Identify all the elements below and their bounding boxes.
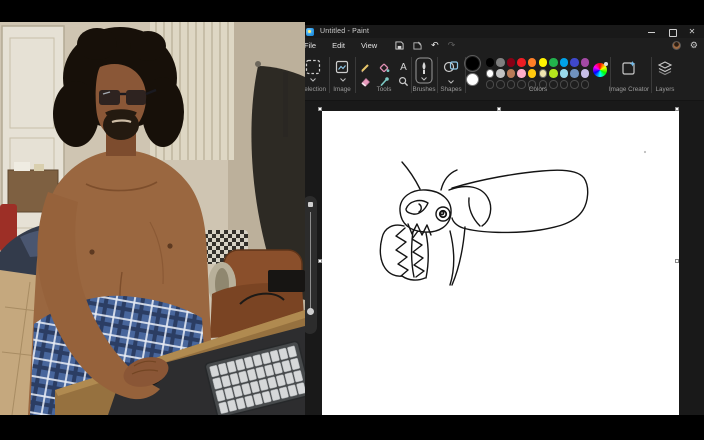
window-title: Untitled - Paint <box>320 28 369 35</box>
close-button[interactable]: ✕ <box>688 28 696 36</box>
ribbon-separator <box>437 57 438 93</box>
palette-color-swatch[interactable] <box>549 69 558 78</box>
image-label: Image <box>333 86 351 93</box>
paint-window: Untitled - Paint ✕ File Edit View ↶ ↷ <box>296 25 704 415</box>
shapes-dropdown-chevron[interactable] <box>448 80 454 84</box>
settings-gear-icon[interactable]: ⚙ <box>690 41 698 50</box>
svg-text:A: A <box>400 62 407 72</box>
menu-edit[interactable]: Edit <box>324 41 353 50</box>
palette-empty-slot[interactable] <box>581 80 590 89</box>
undo-icon[interactable]: ↶ <box>431 41 439 50</box>
title-bar: Untitled - Paint ✕ <box>296 25 704 38</box>
palette-color-swatch[interactable] <box>517 58 526 67</box>
canvas-handle-mid-left[interactable] <box>318 259 322 263</box>
edit-colors-wheel[interactable] <box>593 63 607 77</box>
canvas-handle-mid-right[interactable] <box>675 259 679 263</box>
webcam-photo <box>0 22 305 415</box>
video-frame: Untitled - Paint ✕ File Edit View ↶ ↷ <box>0 0 704 440</box>
palette-empty-slot[interactable] <box>507 80 516 89</box>
palette-color-swatch[interactable] <box>539 58 548 67</box>
save-as-icon[interactable] <box>413 41 422 50</box>
image-dropdown-chevron[interactable] <box>340 78 346 82</box>
webcam-view <box>0 22 305 415</box>
color1-swatch[interactable] <box>466 57 479 70</box>
color2-swatch[interactable] <box>466 73 479 86</box>
image-creator-button[interactable] <box>621 60 637 81</box>
brushes-label: Brushes <box>412 86 435 93</box>
stray-mark <box>644 151 646 153</box>
palette-color-swatch[interactable] <box>581 69 590 78</box>
menu-bar: File Edit View ↶ ↷ ⚙ <box>296 38 704 53</box>
palette-color-swatch[interactable] <box>486 58 495 67</box>
paint-app-icon <box>306 28 314 36</box>
insect-doodle <box>322 111 679 415</box>
colors-label: Colors <box>529 86 547 93</box>
palette-color-swatch[interactable] <box>560 69 569 78</box>
menu-view[interactable]: View <box>353 41 385 50</box>
wall-hook <box>255 61 261 67</box>
canvas-handle-top-center[interactable] <box>497 107 501 111</box>
account-avatar[interactable] <box>672 41 681 50</box>
save-icon[interactable] <box>395 41 404 50</box>
doodle-left-eye <box>406 201 428 215</box>
selection-tool-button[interactable] <box>305 59 321 80</box>
shapes-label: Shapes <box>440 86 461 93</box>
redo-icon[interactable]: ↷ <box>448 41 456 50</box>
minimize-button[interactable] <box>648 28 656 36</box>
palette-color-swatch[interactable] <box>570 58 579 67</box>
canvas-workspace <box>296 101 704 415</box>
ribbon-separator <box>329 57 330 93</box>
palette-color-swatch[interactable] <box>581 58 590 67</box>
layers-button[interactable] <box>657 60 673 81</box>
image-tools-button[interactable] <box>334 59 350 80</box>
ribbon-toolbar: Selection Image A <box>296 53 704 101</box>
ribbon-separator <box>355 57 356 93</box>
palette-color-swatch[interactable] <box>570 69 579 78</box>
tools-label: Tools <box>377 86 392 93</box>
palette-empty-slot[interactable] <box>570 80 579 89</box>
palette-empty-slot[interactable] <box>517 80 526 89</box>
palette-empty-slot[interactable] <box>549 80 558 89</box>
doodle-leg <box>450 231 454 285</box>
doodle-wing <box>452 170 588 232</box>
canvas-handle-top-right[interactable] <box>675 107 679 111</box>
zoom-slider-thumb[interactable] <box>307 308 314 315</box>
palette-color-swatch[interactable] <box>528 69 537 78</box>
palette-empty-slot[interactable] <box>496 80 505 89</box>
palette-color-swatch[interactable] <box>528 58 537 67</box>
palette-empty-slot[interactable] <box>560 80 569 89</box>
canvas-handle-top-left[interactable] <box>318 107 322 111</box>
magnifier-tool[interactable] <box>398 74 409 92</box>
maximize-button[interactable] <box>668 28 676 36</box>
palette-color-swatch[interactable] <box>507 69 516 78</box>
zoom-slider-track <box>310 212 311 312</box>
brushes-button[interactable] <box>415 57 433 89</box>
eraser-tool[interactable] <box>360 74 371 92</box>
shapes-button[interactable] <box>443 60 459 80</box>
zoom-slider[interactable] <box>303 196 317 334</box>
zoom-slider-top-icon <box>308 202 313 207</box>
palette-color-swatch[interactable] <box>517 69 526 78</box>
image-creator-label: Image Creator <box>609 86 649 93</box>
doodle-left-antenna <box>402 162 420 189</box>
palette-color-swatch[interactable] <box>507 58 516 67</box>
palette-color-swatch[interactable] <box>496 69 505 78</box>
palette-color-swatch[interactable] <box>560 58 569 67</box>
palette-color-swatch[interactable] <box>549 58 558 67</box>
ribbon-separator <box>651 57 652 93</box>
palette-empty-slot[interactable] <box>486 80 495 89</box>
palette-color-swatch[interactable] <box>539 69 548 78</box>
layers-label: Layers <box>656 86 675 93</box>
palette-color-swatch[interactable] <box>486 69 495 78</box>
drawing-canvas[interactable] <box>322 111 679 415</box>
selection-dropdown-chevron[interactable] <box>310 78 316 82</box>
palette-color-swatch[interactable] <box>496 58 505 67</box>
